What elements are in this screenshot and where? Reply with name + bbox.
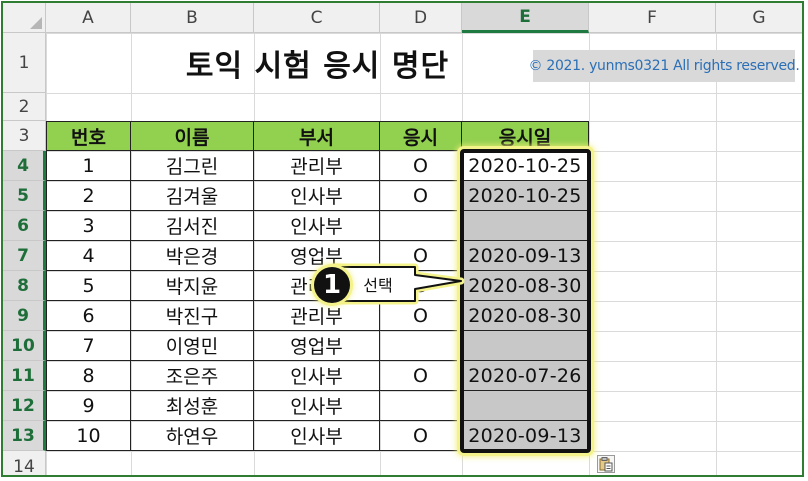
table-cell[interactable] bbox=[380, 391, 462, 421]
table-cell[interactable]: 인사부 bbox=[254, 361, 380, 391]
table-cell[interactable]: 인사부 bbox=[254, 181, 380, 211]
row-header-1[interactable]: 1 bbox=[3, 33, 46, 93]
select-all-triangle-icon bbox=[30, 17, 42, 29]
table-cell[interactable]: 박지윤 bbox=[131, 271, 254, 301]
table-cell[interactable]: 4 bbox=[46, 241, 131, 271]
table-cell[interactable]: 김서진 bbox=[131, 211, 254, 241]
table-cell[interactable]: 9 bbox=[46, 391, 131, 421]
table-cell[interactable]: 인사부 bbox=[254, 421, 380, 451]
table-header-cell[interactable]: 이름 bbox=[131, 121, 254, 151]
table-cell[interactable]: 하연우 bbox=[131, 421, 254, 451]
column-header-c[interactable]: C bbox=[254, 3, 380, 33]
column-header-b[interactable]: B bbox=[131, 3, 254, 33]
table-cell[interactable]: 5 bbox=[46, 271, 131, 301]
table-cell[interactable]: 조은주 bbox=[131, 361, 254, 391]
table-cell[interactable]: 박은경 bbox=[131, 241, 254, 271]
row-header-5[interactable]: 5 bbox=[3, 181, 46, 211]
table-cell[interactable]: 인사부 bbox=[254, 391, 380, 421]
table-cell[interactable]: 6 bbox=[46, 301, 131, 331]
table-cell[interactable]: 8 bbox=[46, 361, 131, 391]
column-header-f[interactable]: F bbox=[589, 3, 716, 33]
callout-number-badge: 1 bbox=[314, 267, 350, 303]
copyright-notice: © 2021. yunms0321 All rights reserved. bbox=[528, 50, 800, 82]
row-header-2[interactable]: 2 bbox=[3, 93, 46, 121]
table-cell[interactable]: 박진구 bbox=[131, 301, 254, 331]
table-cell[interactable]: 김겨울 bbox=[131, 181, 254, 211]
table-cell[interactable]: 2 bbox=[46, 181, 131, 211]
column-header-g[interactable]: G bbox=[716, 3, 802, 33]
row-header-11[interactable]: 11 bbox=[3, 361, 46, 391]
gridline-vertical bbox=[716, 33, 717, 475]
row-header-8[interactable]: 8 bbox=[3, 271, 46, 301]
table-cell[interactable] bbox=[380, 211, 462, 241]
table-cell[interactable]: 관리부 bbox=[254, 151, 380, 181]
row-header-10[interactable]: 10 bbox=[3, 331, 46, 361]
column-header-e[interactable]: E bbox=[462, 3, 589, 33]
table-cell[interactable]: O bbox=[380, 421, 462, 451]
row-header-14[interactable]: 14 bbox=[3, 451, 46, 475]
table-cell[interactable]: O bbox=[380, 181, 462, 211]
gridline-horizontal bbox=[46, 451, 802, 452]
table-header-cell[interactable]: 부서 bbox=[254, 121, 380, 151]
select-all-triangle-icon[interactable] bbox=[3, 3, 46, 33]
selection-range-outline bbox=[460, 149, 591, 453]
table-cell[interactable]: O bbox=[380, 151, 462, 181]
table-cell[interactable]: 최성훈 bbox=[131, 391, 254, 421]
table-cell[interactable]: 7 bbox=[46, 331, 131, 361]
row-header-6[interactable]: 6 bbox=[3, 211, 46, 241]
callout-label: 선택 bbox=[363, 276, 393, 295]
table-cell[interactable] bbox=[380, 331, 462, 361]
gridline-horizontal bbox=[46, 93, 802, 94]
paste-options-icon[interactable] bbox=[597, 455, 615, 473]
table-cell[interactable]: 3 bbox=[46, 211, 131, 241]
row-header-3[interactable]: 3 bbox=[3, 121, 46, 151]
column-header-a[interactable]: A bbox=[46, 3, 131, 33]
sheet-title[interactable]: 토익 시험 응시 명단 bbox=[46, 33, 589, 93]
table-cell[interactable]: 김그린 bbox=[131, 151, 254, 181]
table-cell[interactable]: 10 bbox=[46, 421, 131, 451]
row-header-7[interactable]: 7 bbox=[3, 241, 46, 271]
spreadsheet-window: A B C D E F G 1 2 3 4 5 6 7 8 9 10 11 12 13 14 토익 시험 응시 명단 © 2… bbox=[1, 1, 804, 477]
row-header-13[interactable]: 13 bbox=[3, 421, 46, 451]
gridline-vertical bbox=[803, 33, 804, 477]
column-header-d[interactable]: D bbox=[380, 3, 462, 33]
table-header-cell[interactable]: 응시일 bbox=[462, 121, 589, 151]
row-header-9[interactable]: 9 bbox=[3, 301, 46, 331]
row-header-4[interactable]: 4 bbox=[3, 151, 46, 181]
table-header-cell[interactable]: 응시 bbox=[380, 121, 462, 151]
clipboard-icon bbox=[599, 457, 613, 472]
table-cell[interactable]: 이영민 bbox=[131, 331, 254, 361]
table-cell[interactable]: O bbox=[380, 361, 462, 391]
table-cell[interactable]: 1 bbox=[46, 151, 131, 181]
table-cell[interactable]: 인사부 bbox=[254, 211, 380, 241]
row-header-12[interactable]: 12 bbox=[3, 391, 46, 421]
table-cell[interactable]: 영업부 bbox=[254, 331, 380, 361]
table-header-cell[interactable]: 번호 bbox=[46, 121, 131, 151]
